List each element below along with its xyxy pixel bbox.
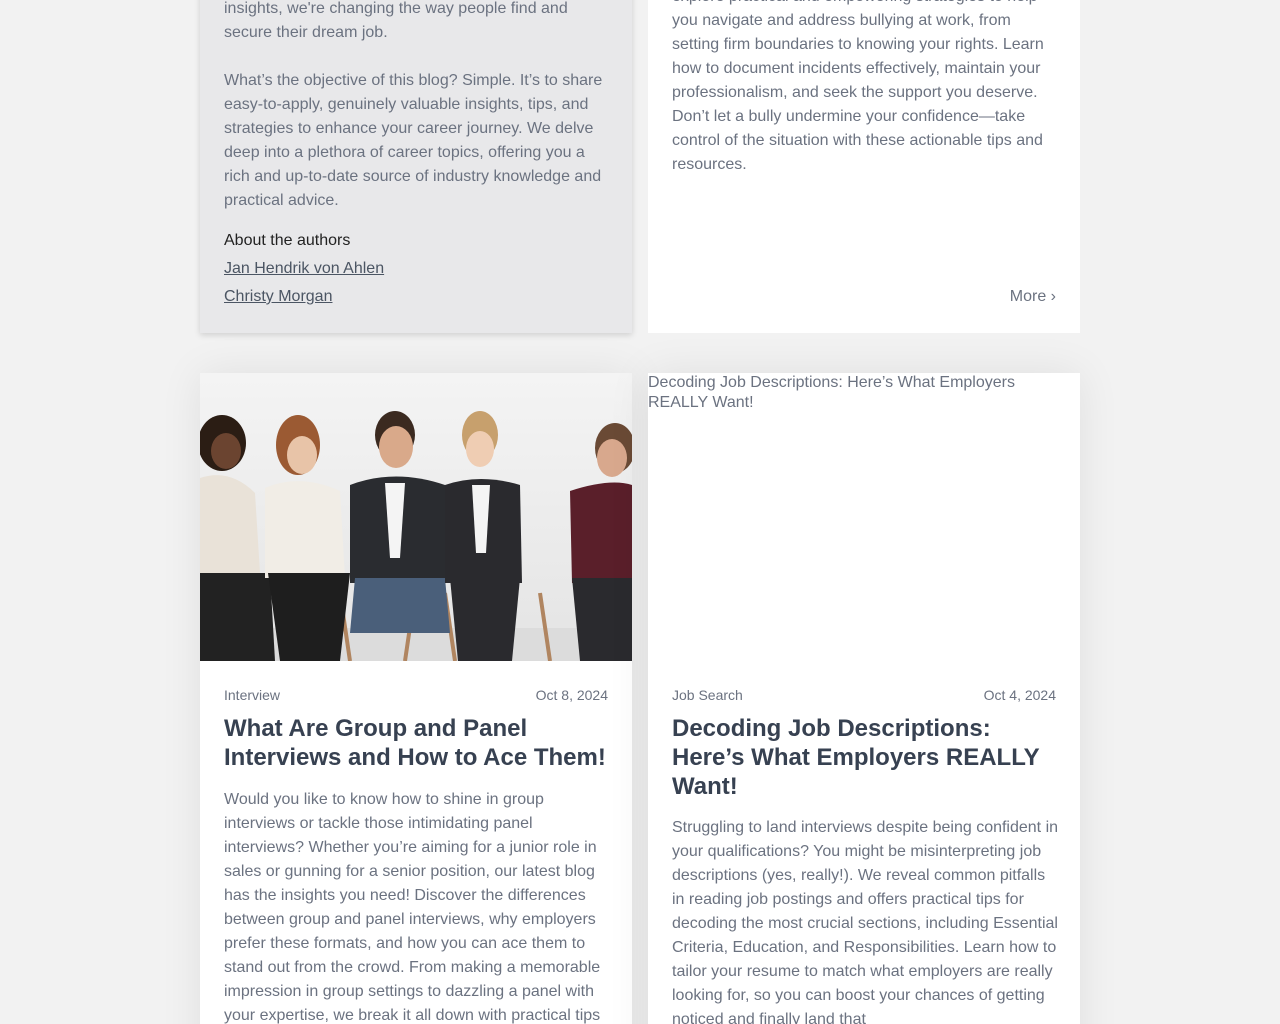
card-meta: Job Search Oct 4, 2024 — [672, 686, 1056, 704]
group-interview-photo[interactable] — [200, 373, 632, 661]
author-link-jan-hendrik[interactable]: Jan Hendrik von Ahlen — [224, 259, 384, 279]
more-link[interactable]: More › — [1010, 287, 1056, 307]
card-category[interactable]: Job Search — [672, 686, 743, 704]
card-title[interactable]: Decoding Job Descriptions: Here’s What E… — [672, 714, 1060, 801]
about-paragraph-1: insights, we're changing the way people … — [224, 0, 568, 41]
card-excerpt: Would you like to know how to shine in g… — [224, 791, 601, 1024]
card-title[interactable]: What Are Group and Panel Interviews and … — [224, 714, 612, 772]
blog-card-bullying: explore practical and empowering strateg… — [648, 0, 1080, 333]
card-date: Oct 4, 2024 — [983, 687, 1056, 703]
card-excerpt: explore practical and empowering strateg… — [672, 0, 1044, 173]
about-authors-heading: About the authors — [224, 232, 351, 249]
card-meta: Interview Oct 8, 2024 — [224, 686, 608, 704]
broken-article-image[interactable]: Decoding Job Descriptions: Here’s What E… — [648, 373, 1080, 661]
image-alt-text: Decoding Job Descriptions: Here’s What E… — [648, 374, 1015, 411]
author-link-christy-morgan[interactable]: Christy Morgan — [224, 287, 332, 307]
blog-card-decoding-job-descriptions[interactable]: Decoding Job Descriptions: Here’s What E… — [648, 373, 1080, 1024]
card-date: Oct 8, 2024 — [535, 687, 608, 703]
blog-card-group-interviews[interactable]: Interview Oct 8, 2024 What Are Group and… — [200, 373, 632, 1024]
card-excerpt: Struggling to land interviews despite be… — [672, 819, 1059, 1024]
about-blog-card: insights, we're changing the way people … — [200, 0, 632, 333]
about-paragraph-2: What’s the objective of this blog? Simpl… — [224, 72, 603, 209]
card-category[interactable]: Interview — [224, 686, 280, 704]
